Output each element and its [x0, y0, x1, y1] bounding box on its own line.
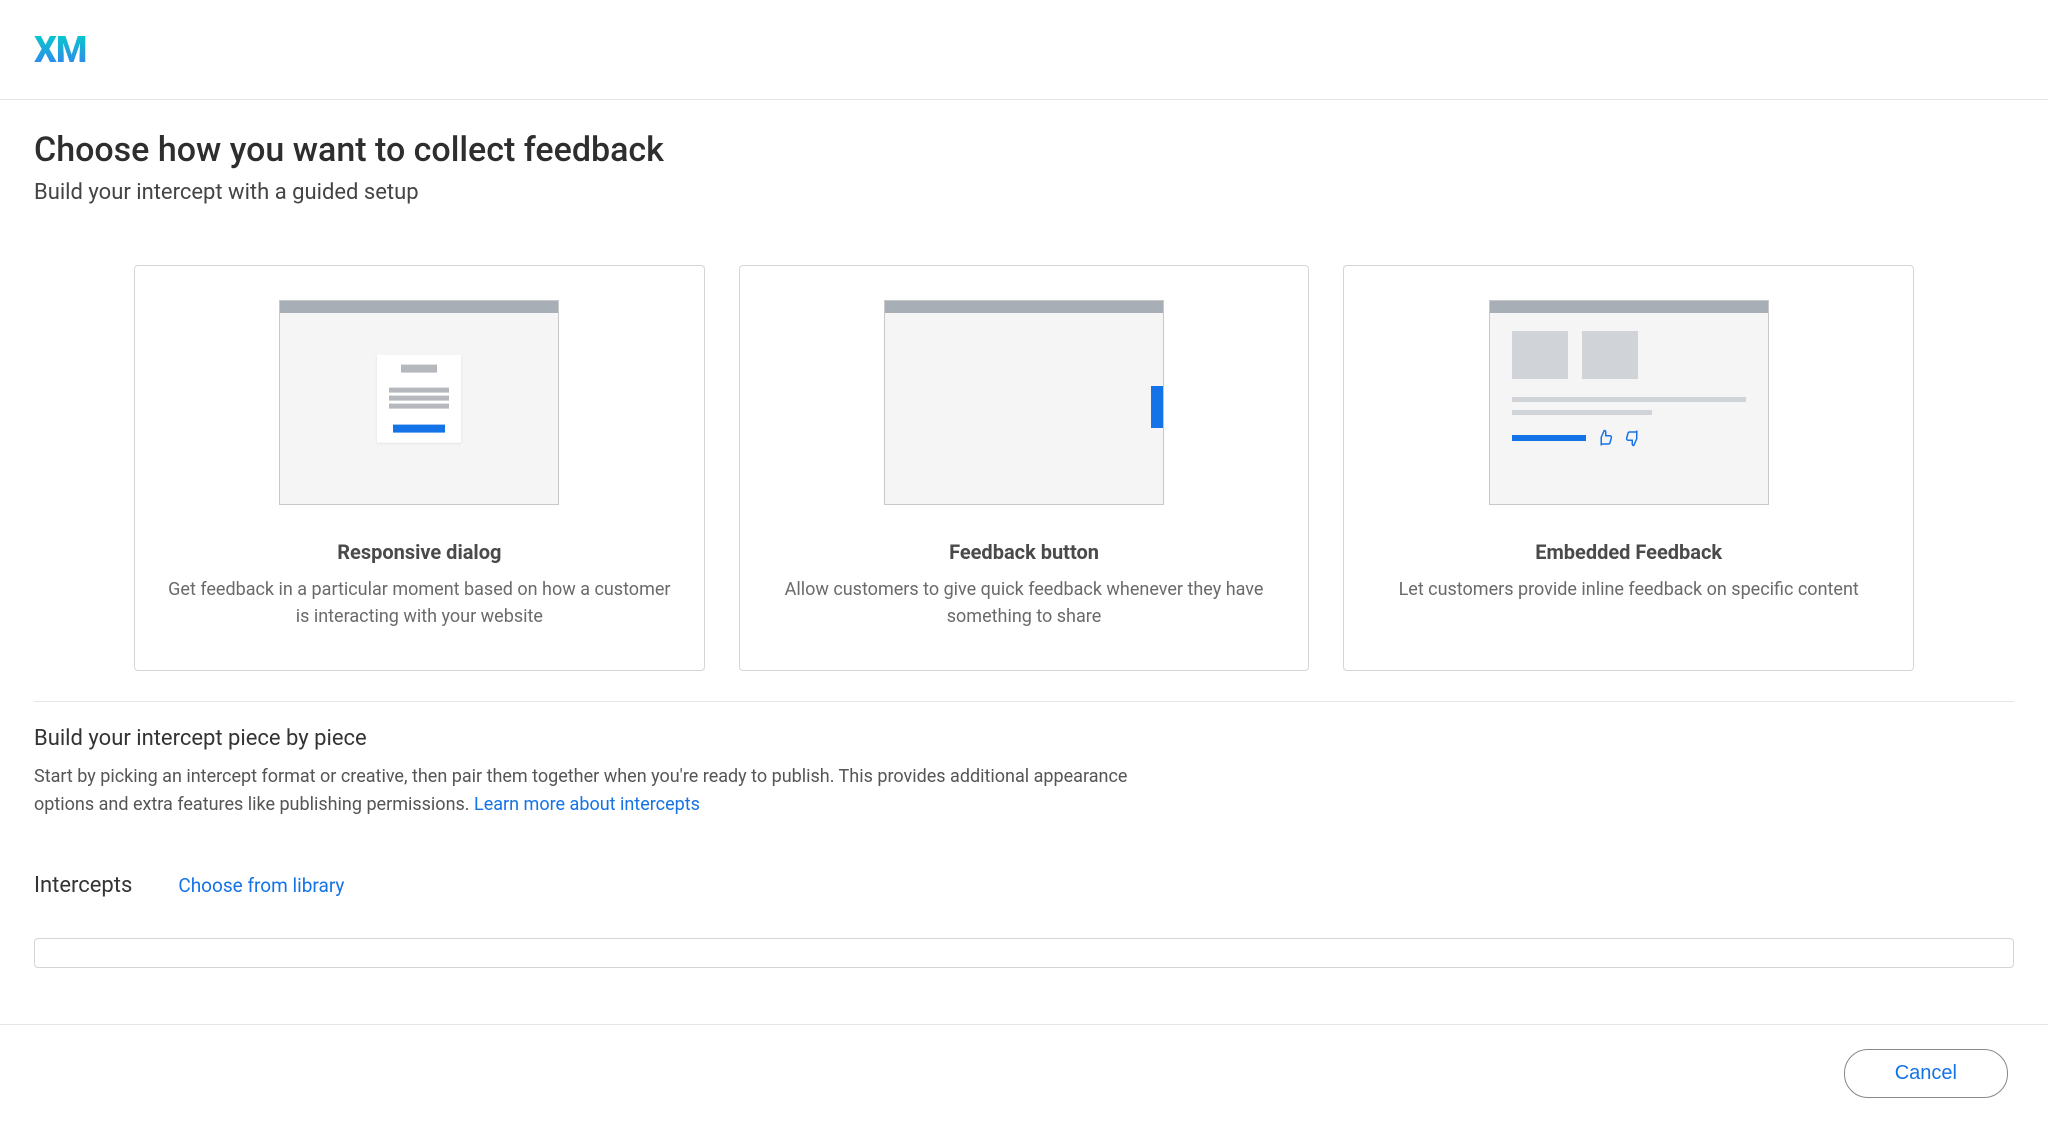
card-desc: Get feedback in a particular moment base… — [163, 576, 676, 630]
card-title: Responsive dialog — [163, 540, 676, 564]
xm-logo: XM — [34, 29, 86, 71]
option-card-responsive-dialog[interactable]: Responsive dialog Get feedback in a part… — [134, 265, 705, 671]
learn-more-link[interactable]: Learn more about intercepts — [474, 794, 700, 815]
intercepts-row: Intercepts Choose from library — [34, 873, 2014, 898]
illustration-feedback-button — [768, 300, 1281, 510]
illustration-responsive-dialog — [163, 300, 676, 510]
option-card-feedback-button[interactable]: Feedback button Allow customers to give … — [739, 265, 1310, 671]
intercepts-label: Intercepts — [34, 873, 132, 898]
footer: Cancel — [0, 1024, 2048, 1122]
main-content: Choose how you want to collect feedback … — [0, 100, 2048, 968]
card-desc: Let customers provide inline feedback on… — [1372, 576, 1885, 603]
page-title: Choose how you want to collect feedback — [34, 130, 2014, 170]
page-subtitle: Build your intercept with a guided setup — [34, 180, 2014, 205]
thumbs-up-icon — [1596, 429, 1614, 447]
cancel-button[interactable]: Cancel — [1844, 1049, 2008, 1098]
card-title: Embedded Feedback — [1372, 540, 1885, 564]
option-card-embedded-feedback[interactable]: Embedded Feedback Let customers provide … — [1343, 265, 1914, 671]
card-desc: Allow customers to give quick feedback w… — [768, 576, 1281, 630]
illustration-embedded-feedback — [1372, 300, 1885, 510]
section-description: Start by picking an intercept format or … — [34, 763, 1134, 819]
header: XM — [0, 0, 2048, 100]
intercepts-empty-panel — [34, 938, 2014, 968]
card-title: Feedback button — [768, 540, 1281, 564]
option-cards-row: Responsive dialog Get feedback in a part… — [34, 265, 2014, 671]
thumbs-down-icon — [1624, 429, 1642, 447]
section-heading-piece-by-piece: Build your intercept piece by piece — [34, 726, 2014, 751]
choose-from-library-link[interactable]: Choose from library — [178, 874, 344, 897]
divider — [34, 701, 2014, 702]
